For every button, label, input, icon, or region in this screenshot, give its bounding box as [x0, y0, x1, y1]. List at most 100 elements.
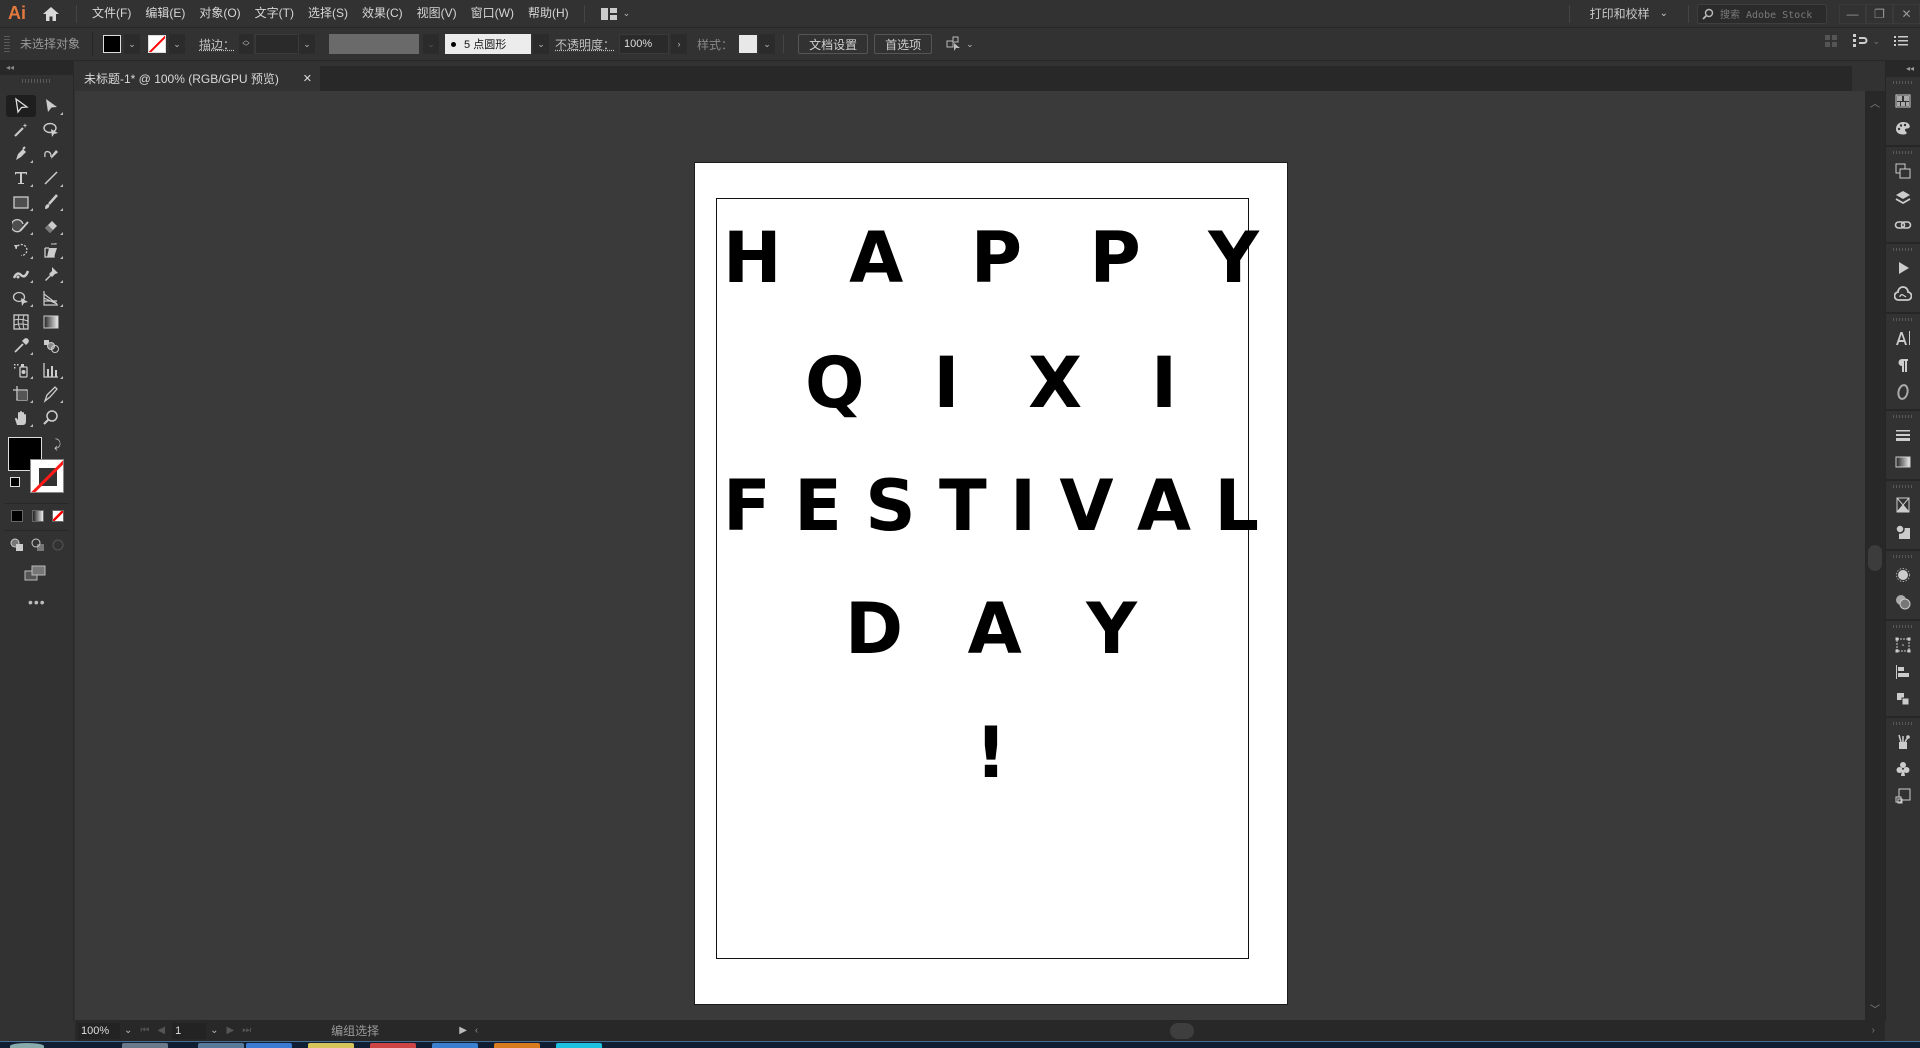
zoom-level-input[interactable]: 100% [78, 1022, 120, 1039]
text-line[interactable]: DAY [695, 594, 1287, 664]
line-segment-tool[interactable] [36, 167, 66, 189]
fill-swatch[interactable] [103, 35, 122, 53]
snap-button[interactable]: ⌄ [1852, 34, 1880, 48]
links-panel-button[interactable] [1886, 211, 1920, 238]
taskbar-app[interactable] [432, 1043, 478, 1048]
gradient-panel-button[interactable] [1886, 448, 1920, 475]
menu-file[interactable]: 文件(F) [85, 0, 138, 27]
magic-wand-tool[interactable] [6, 119, 36, 141]
vertical-scroll-thumb[interactable] [1868, 545, 1882, 571]
menu-list-icon[interactable] [1894, 35, 1908, 47]
pen-tool[interactable] [6, 143, 36, 165]
stroke-weight-input[interactable] [255, 34, 300, 54]
graphic-styles-panel-button[interactable] [1886, 561, 1920, 588]
workspace-switcher[interactable]: 打印和校样 ⌄ [1578, 5, 1680, 22]
edit-toolbar-button[interactable]: ••• [28, 594, 73, 610]
scroll-left-icon[interactable]: ‹ [471, 1025, 482, 1036]
artboard[interactable]: H A P P Y Q I X I F E S T I V A L D A Y! [694, 162, 1288, 1005]
gradient-mode-button[interactable] [29, 508, 47, 524]
stroke-color-swatch[interactable] [30, 459, 64, 493]
arrange-panel-button[interactable] [1886, 685, 1920, 712]
gradient-tool[interactable] [36, 311, 66, 333]
blend-tool[interactable] [36, 335, 66, 357]
column-graph-tool[interactable] [36, 359, 66, 381]
symbol-sprayer-tool[interactable] [6, 359, 36, 381]
horizontal-scroll-thumb[interactable] [1170, 1023, 1194, 1039]
menu-edit[interactable]: 编辑(E) [138, 0, 192, 27]
scroll-right-icon[interactable]: › [1868, 1025, 1879, 1036]
close-tab-icon[interactable]: ✕ [303, 72, 312, 85]
menu-object[interactable]: 对象(O) [192, 0, 247, 27]
shaper-tool[interactable] [6, 215, 36, 237]
document-setup-button[interactable]: 文档设置 [798, 34, 869, 54]
last-artboard-button[interactable]: ⏭ [238, 1025, 255, 1036]
swatches-panel-button[interactable] [1886, 87, 1920, 114]
opacity-expand-button[interactable]: › [671, 34, 688, 54]
artboard-dropdown[interactable]: ⌄ [206, 1025, 222, 1036]
eraser-tool[interactable] [36, 215, 66, 237]
default-fill-stroke-icon[interactable] [10, 477, 20, 487]
variable-width-profile[interactable] [329, 34, 420, 54]
asset-export-panel-button[interactable] [1886, 782, 1920, 809]
collapse-toolbar-button[interactable]: ◂◂ [0, 61, 73, 75]
first-artboard-button[interactable]: ⏮ [136, 1025, 153, 1036]
rectangle-tool[interactable] [6, 191, 36, 213]
taskbar-app[interactable] [494, 1043, 540, 1048]
artboards-panel-button[interactable] [1886, 157, 1920, 184]
pathfinder-panel-button[interactable] [1886, 588, 1920, 615]
fill-dropdown[interactable]: ⌄ [124, 34, 141, 54]
taskbar-app[interactable] [246, 1043, 292, 1048]
direct-selection-tool[interactable] [36, 95, 66, 117]
taskbar-app[interactable] [370, 1043, 416, 1048]
grid-align-icon[interactable] [1824, 34, 1838, 48]
minimize-button[interactable]: — [1839, 3, 1866, 24]
close-window-button[interactable]: ✕ [1893, 3, 1920, 24]
slice-tool[interactable] [36, 383, 66, 405]
expand-panels-button[interactable]: ◂◂ [1886, 61, 1920, 77]
menu-select[interactable]: 选择(S) [301, 0, 355, 27]
opentype-panel-button[interactable] [1886, 378, 1920, 405]
stroke-weight-stepper[interactable]: ︿ ﹀ [239, 34, 254, 54]
none-mode-button[interactable] [49, 508, 67, 524]
restore-button[interactable]: ❐ [1866, 3, 1893, 24]
eyedropper-tool[interactable] [6, 335, 36, 357]
brushes-panel-button[interactable] [1886, 728, 1920, 755]
opacity-input[interactable]: 100% [619, 34, 670, 54]
appearance-panel-button[interactable] [1886, 518, 1920, 545]
taskbar-app[interactable] [556, 1043, 602, 1048]
curvature-tool[interactable] [36, 143, 66, 165]
shape-builder-tool[interactable] [6, 287, 36, 309]
scale-tool[interactable] [36, 239, 66, 261]
style-dropdown[interactable]: ⌄ [759, 34, 776, 54]
graphic-style-swatch[interactable] [739, 35, 758, 53]
swap-fill-stroke-icon[interactable]: ⤸ [54, 437, 61, 452]
text-line[interactable]: HAPPY [695, 223, 1287, 293]
profile-dropdown[interactable]: ⌄ [423, 34, 440, 54]
taskbar-app[interactable] [122, 1043, 168, 1048]
artboard-number-input[interactable]: 1 [172, 1022, 207, 1039]
libraries-panel-button[interactable] [1886, 281, 1920, 308]
canvas-area[interactable]: H A P P Y Q I X I F E S T I V A L D A Y! [75, 91, 1865, 1020]
selection-tool[interactable] [6, 95, 36, 117]
draw-normal-button[interactable] [8, 537, 26, 553]
stroke-label[interactable]: 描边： [199, 36, 235, 53]
home-button[interactable] [34, 0, 68, 27]
text-line[interactable]: ! [695, 718, 1287, 788]
taskbar-app[interactable] [198, 1043, 244, 1048]
brush-dropdown[interactable]: ⌄ [533, 34, 550, 54]
brush-definition[interactable]: 5 点圆形 [445, 34, 532, 54]
zoom-tool[interactable] [36, 407, 66, 429]
menu-window[interactable]: 窗口(W) [464, 0, 521, 27]
rotate-tool[interactable] [6, 239, 36, 261]
stroke-dropdown[interactable]: ⌄ [169, 34, 186, 54]
draw-inside-button[interactable] [49, 537, 67, 553]
opacity-label[interactable]: 不透明度： [555, 36, 615, 53]
taskbar-app[interactable] [308, 1043, 354, 1048]
color-mode-button[interactable] [8, 508, 26, 524]
transform-options-button[interactable]: ⌄ [946, 36, 974, 52]
change-screen-mode-button[interactable] [24, 565, 73, 586]
stroke-panel-button[interactable] [1886, 421, 1920, 448]
symbols-panel-button[interactable] [1886, 755, 1920, 782]
transform-panel-button[interactable] [1886, 631, 1920, 658]
border-rectangle[interactable] [716, 198, 1249, 959]
